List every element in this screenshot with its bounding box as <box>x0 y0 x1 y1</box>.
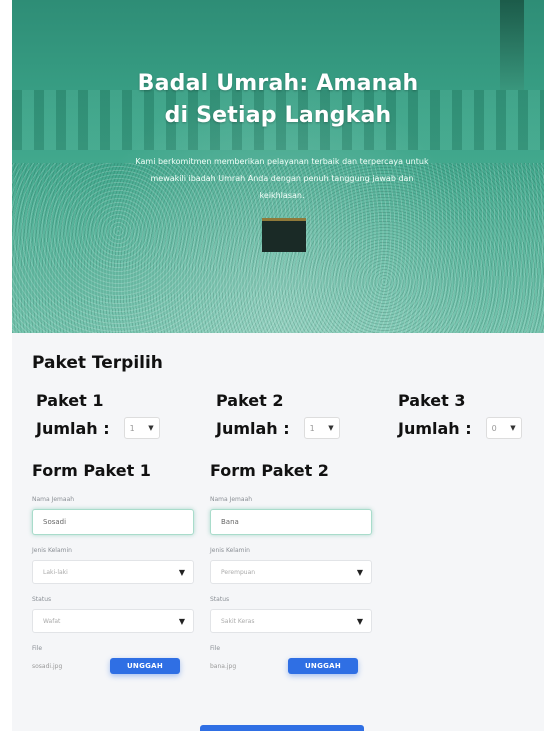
status-select[interactable]: Wafat ▼ <box>32 609 194 633</box>
file-label: File <box>210 645 221 652</box>
chevron-down-icon: ▼ <box>356 567 363 577</box>
hero-title: Badal Umrah: Amanah di Setiap Langkah <box>12 68 544 132</box>
paket-name: Paket 1 <box>36 391 104 410</box>
jenis-kelamin-select[interactable]: Laki-laki ▼ <box>32 560 194 584</box>
nama-jemaah-input[interactable]: Bana <box>210 509 372 535</box>
jumlah-select-paket-2[interactable]: 1 ▼ <box>303 417 340 439</box>
jumlah-value: 1 <box>309 423 315 433</box>
hero-kaaba <box>262 218 306 252</box>
paket-section: Paket Terpilih Paket 1 Jumlah : 1 ▼ Pake… <box>12 333 544 731</box>
jenis-kelamin-value: Laki-laki <box>43 568 68 576</box>
file-name: bana.jpg <box>210 662 237 670</box>
jenis-kelamin-select[interactable]: Perempuan ▼ <box>210 560 372 584</box>
status-label: Status <box>210 596 230 603</box>
nama-jemaah-value: Sosadi <box>43 518 67 526</box>
file-row: bana.jpg UNGGAH <box>210 658 358 674</box>
jumlah-select-paket-1[interactable]: 1 ▼ <box>123 417 160 439</box>
file-label: File <box>32 645 43 652</box>
status-select[interactable]: Sakit Keras ▼ <box>210 609 372 633</box>
chevron-down-icon: ▼ <box>148 424 154 432</box>
form-title: Form Paket 1 <box>32 461 151 480</box>
status-value: Wafat <box>43 617 61 625</box>
nama-jemaah-value: Bana <box>221 518 239 526</box>
paket-3: Paket 3 Jumlah : 0 ▼ <box>398 391 522 439</box>
nama-jemaah-input[interactable]: Sosadi <box>32 509 194 535</box>
paket-2: Paket 2 Jumlah : 1 ▼ <box>216 391 340 439</box>
jumlah-label: Jumlah : <box>216 418 290 438</box>
jumlah-value: 0 <box>491 423 497 433</box>
nama-jemaah-label: Nama Jemaah <box>210 496 253 503</box>
jenis-kelamin-label: Jenis Kelamin <box>32 547 72 554</box>
submit-button[interactable] <box>200 725 364 731</box>
chevron-down-icon: ▼ <box>356 616 363 626</box>
file-row: sosadi.jpg UNGGAH <box>32 658 180 674</box>
paket-section-title: Paket Terpilih <box>32 353 163 373</box>
jenis-kelamin-label: Jenis Kelamin <box>210 547 250 554</box>
hero-subtitle: Kami berkomitmen memberikan pelayanan te… <box>135 157 429 200</box>
hero-title-line-2: di Setiap Langkah <box>164 103 392 128</box>
nama-jemaah-label: Nama Jemaah <box>32 496 75 503</box>
form-title: Form Paket 2 <box>210 461 329 480</box>
jumlah-label: Jumlah : <box>398 418 472 438</box>
paket-name: Paket 2 <box>216 391 284 410</box>
status-value: Sakit Keras <box>221 617 255 625</box>
jumlah-select-paket-3[interactable]: 0 ▼ <box>485 417 522 439</box>
form-paket-2: Form Paket 2 Nama Jemaah Bana Jenis Kela… <box>210 461 376 674</box>
hero-title-line-1: Badal Umrah: Amanah <box>137 71 419 96</box>
chevron-down-icon: ▼ <box>328 424 334 432</box>
file-name: sosadi.jpg <box>32 662 63 670</box>
chevron-down-icon: ▼ <box>178 567 185 577</box>
jumlah-value: 1 <box>129 423 135 433</box>
paket-name: Paket 3 <box>398 391 466 410</box>
hero-banner: Badal Umrah: Amanah di Setiap Langkah Ka… <box>12 0 544 333</box>
chevron-down-icon: ▼ <box>510 424 516 432</box>
jenis-kelamin-value: Perempuan <box>221 568 256 576</box>
status-label: Status <box>32 596 52 603</box>
upload-button[interactable]: UNGGAH <box>288 658 358 674</box>
jumlah-label: Jumlah : <box>36 418 110 438</box>
chevron-down-icon: ▼ <box>178 616 185 626</box>
paket-1: Paket 1 Jumlah : 1 ▼ <box>36 391 160 439</box>
upload-button[interactable]: UNGGAH <box>110 658 180 674</box>
form-paket-1: Form Paket 1 Nama Jemaah Sosadi Jenis Ke… <box>32 461 198 674</box>
